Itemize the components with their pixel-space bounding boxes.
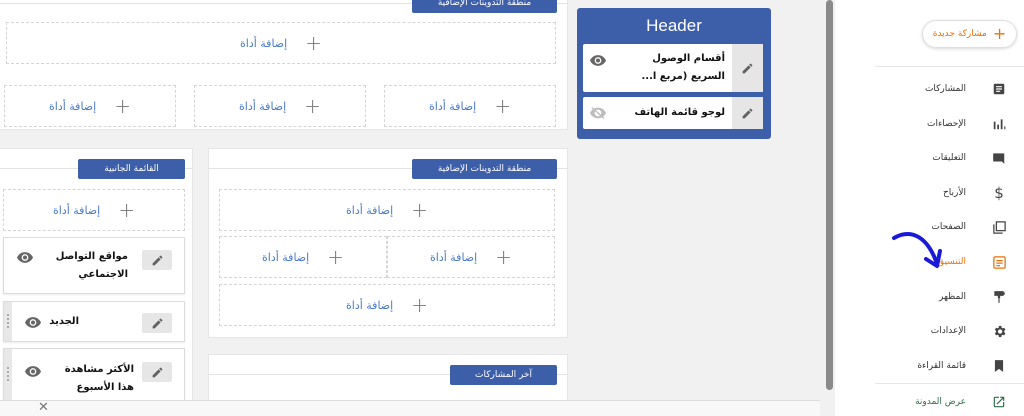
- annotation-arrow: [892, 232, 942, 268]
- eye-icon[interactable]: [589, 53, 607, 67]
- add-gadget-label: إضافة أداة: [53, 203, 101, 217]
- bottom-bar: ✕: [0, 400, 820, 416]
- add-gadget-button[interactable]: إضافة أداة +: [219, 236, 387, 278]
- eye-icon[interactable]: [16, 250, 34, 264]
- latest-posts-label: آخر المشاركات: [450, 365, 557, 385]
- view-blog-label: عرض المدونة: [915, 397, 966, 407]
- sidebar-widget[interactable]: الأكثر مشاهدة هذا الأسبوع: [3, 348, 185, 404]
- edit-button[interactable]: [142, 362, 172, 382]
- add-gadget-label: إضافة أداة: [346, 203, 394, 217]
- plus-icon: +: [304, 94, 321, 118]
- add-gadget-label: إضافة أداة: [240, 36, 288, 50]
- plus-icon: +: [411, 198, 428, 222]
- nav-item-earnings[interactable]: $ الأرباح: [835, 181, 1024, 205]
- sidebar-widget[interactable]: الجديد: [3, 301, 185, 342]
- plus-icon: +: [411, 293, 428, 317]
- nav-item-theme[interactable]: المظهر: [835, 285, 1024, 309]
- edit-button[interactable]: [732, 44, 763, 92]
- nav-label: الإعدادات: [930, 326, 966, 336]
- widget-title: الجديد: [49, 316, 79, 327]
- nav-divider: [875, 383, 1024, 384]
- scrollbar-thumb[interactable]: [826, 0, 833, 390]
- plus-icon: +: [305, 31, 322, 55]
- settings-icon: [988, 320, 1010, 342]
- plus-icon: +: [992, 24, 1007, 43]
- widget-title: الأكثر مشاهدة هذا الأسبوع: [64, 364, 134, 393]
- add-gadget-label: إضافة أداة: [239, 99, 287, 113]
- add-gadget-label: إضافة أداة: [346, 298, 394, 312]
- nav-label: التعليقات: [932, 153, 966, 163]
- sidebar-section-label: القائمة الجانبية: [78, 159, 185, 179]
- posts-icon: [988, 78, 1010, 100]
- header-widget[interactable]: أقسام الوصول السريع (مربع ا...: [583, 44, 763, 92]
- nav-label: الإحصاءات: [927, 119, 966, 129]
- pencil-icon: [742, 108, 753, 118]
- header-section: Header أقسام الوصول السريع (مربع ا... لو…: [577, 8, 771, 139]
- add-gadget-label: إضافة أداة: [49, 99, 97, 113]
- nav-item-stats[interactable]: الإحصاءات: [835, 112, 1024, 136]
- stats-icon: [988, 113, 1010, 135]
- widget-title: أقسام الوصول السريع (مربع ا...: [641, 53, 725, 82]
- nav-label: الأرباح: [942, 188, 966, 198]
- add-gadget-button[interactable]: إضافة أداة +: [194, 85, 366, 127]
- nav-item-reading-list[interactable]: قائمة القراءة: [835, 354, 1024, 378]
- plus-icon: +: [118, 198, 135, 222]
- pencil-icon: [152, 367, 162, 377]
- pencil-icon: [152, 255, 162, 265]
- add-gadget-label: إضافة أداة: [262, 250, 310, 264]
- nav-item-posts[interactable]: المشاركات: [835, 77, 1024, 101]
- edit-button[interactable]: [142, 313, 172, 333]
- plus-icon: +: [494, 94, 511, 118]
- header-widget[interactable]: لوجو قائمة الهاتف: [583, 97, 763, 129]
- sidebar-widget[interactable]: مواقع التواصل الاجتماعي: [3, 237, 185, 294]
- add-gadget-label: إضافة أداة: [429, 99, 477, 113]
- comments-icon: [988, 147, 1010, 169]
- plus-icon: +: [495, 245, 512, 269]
- add-gadget-button[interactable]: إضافة أداة +: [6, 22, 556, 64]
- nav-label: المظهر: [939, 292, 966, 302]
- eye-icon[interactable]: [24, 364, 42, 378]
- eye-icon[interactable]: [24, 315, 42, 329]
- edit-button[interactable]: [142, 250, 172, 270]
- add-gadget-button[interactable]: إضافة أداة +: [3, 189, 185, 231]
- plus-icon: +: [114, 94, 131, 118]
- nav-sidebar: + مشاركة جديدة المشاركات الإحصاءات التعل…: [835, 0, 1024, 416]
- add-gadget-button[interactable]: إضافة أداة +: [219, 189, 555, 231]
- reading-list-icon: [988, 355, 1010, 377]
- nav-divider: [875, 66, 1024, 67]
- nav-label: المشاركات: [924, 84, 966, 94]
- widget-title: مواقع التواصل الاجتماعي: [55, 251, 128, 280]
- pencil-icon: [152, 318, 162, 328]
- header-title: Header: [646, 16, 702, 35]
- new-post-button[interactable]: + مشاركة جديدة: [922, 20, 1017, 48]
- add-gadget-label: إضافة أداة: [430, 250, 478, 264]
- layout-icon: [988, 251, 1010, 273]
- drag-handle[interactable]: [4, 349, 12, 403]
- nav-item-settings[interactable]: الإعدادات: [835, 319, 1024, 343]
- widget-title: لوجو قائمة الهاتف: [634, 107, 726, 118]
- nav-item-comments[interactable]: التعليقات: [835, 146, 1024, 170]
- close-icon[interactable]: ✕: [38, 401, 49, 415]
- pages-icon: [988, 216, 1010, 238]
- add-gadget-button[interactable]: إضافة أداة +: [384, 85, 556, 127]
- extra-blogs-top-label: منطقة التدوينات الإضافية: [412, 0, 557, 13]
- earnings-icon: $: [994, 184, 1004, 202]
- theme-icon: [988, 286, 1010, 308]
- eye-off-icon[interactable]: [589, 106, 607, 120]
- new-post-label: مشاركة جديدة: [932, 29, 987, 39]
- nav-label: قائمة القراءة: [917, 361, 966, 371]
- add-gadget-button[interactable]: إضافة أداة +: [4, 85, 176, 127]
- drag-handle[interactable]: [4, 302, 12, 341]
- view-blog-link[interactable]: عرض المدونة: [835, 390, 1024, 414]
- extra-blogs-label: منطقة التدوينات الإضافية: [412, 159, 557, 179]
- plus-icon: +: [327, 245, 344, 269]
- pencil-icon: [742, 63, 753, 73]
- edit-button[interactable]: [732, 97, 763, 129]
- add-gadget-button[interactable]: إضافة أداة +: [387, 236, 555, 278]
- add-gadget-button[interactable]: إضافة أداة +: [219, 284, 555, 326]
- external-link-icon: [988, 391, 1010, 413]
